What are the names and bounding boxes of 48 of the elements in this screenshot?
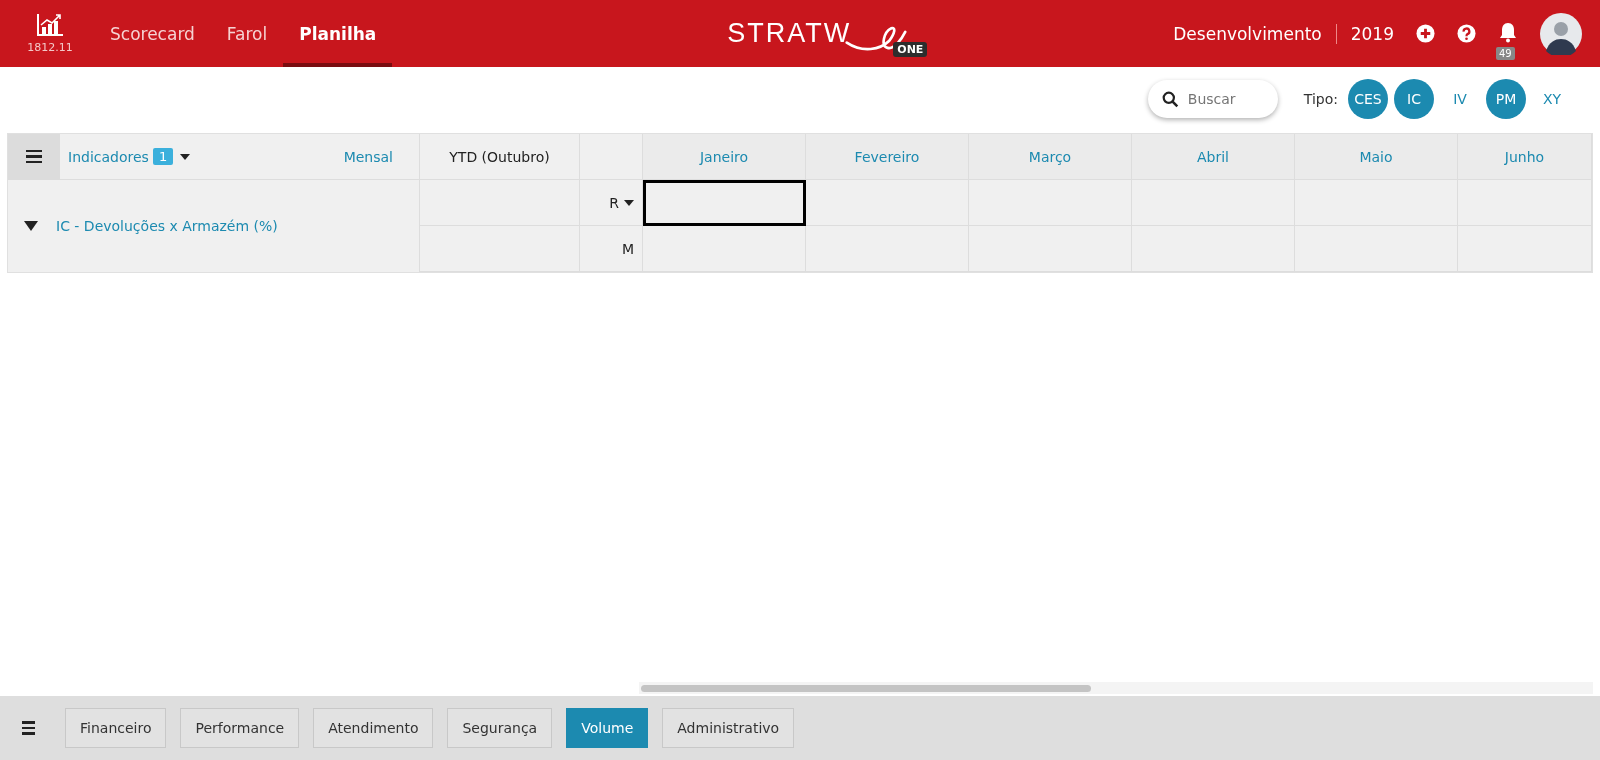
- column-header: YTD (Outubro): [420, 134, 580, 180]
- period-label[interactable]: Mensal: [343, 148, 393, 165]
- caret-icon[interactable]: [624, 199, 634, 206]
- type-filter[interactable]: IV: [1440, 79, 1480, 119]
- indicator-name[interactable]: IC - Devoluções x Armazém (%): [56, 218, 278, 234]
- menu-icon[interactable]: [8, 133, 60, 180]
- sheet-tab[interactable]: Volume: [566, 708, 649, 748]
- nav-tab[interactable]: Scorecard: [94, 0, 211, 67]
- help-icon[interactable]: [1457, 24, 1476, 43]
- search-icon: [1161, 91, 1179, 108]
- nav-tab[interactable]: Planilha: [283, 0, 393, 67]
- type-filter[interactable]: IC: [1394, 79, 1434, 119]
- type-filter[interactable]: CES: [1348, 79, 1388, 119]
- type-filter[interactable]: PM: [1486, 79, 1526, 119]
- sheet-tab[interactable]: Atendimento: [313, 708, 434, 748]
- column-header: Junho: [1458, 134, 1592, 180]
- scrollbar[interactable]: [639, 682, 1593, 694]
- sheet-tab[interactable]: Performance: [180, 708, 300, 748]
- type-filter[interactable]: XY: [1532, 79, 1572, 119]
- notification-count: 49: [1496, 46, 1515, 60]
- indicators-label[interactable]: Indicadores: [68, 148, 149, 165]
- sheet-tab[interactable]: Financeiro: [65, 708, 167, 748]
- count-badge: 1: [152, 148, 174, 165]
- sheet-tab[interactable]: Segurança: [447, 708, 553, 748]
- environment-label[interactable]: Desenvolvimento: [1173, 23, 1322, 44]
- row-label: M: [621, 240, 634, 257]
- collapse-icon[interactable]: [24, 221, 38, 231]
- caret-icon[interactable]: [180, 153, 191, 160]
- search-field[interactable]: Buscar: [1147, 80, 1278, 118]
- logo-text: STRATW: [727, 18, 852, 49]
- avatar[interactable]: [1540, 12, 1582, 55]
- version-label: 1812.11: [27, 41, 73, 54]
- column-header: Janeiro: [643, 134, 806, 180]
- table-cell[interactable]: [643, 180, 806, 226]
- plus-icon[interactable]: [1416, 24, 1435, 43]
- row-label: R: [609, 194, 619, 211]
- nav-tab[interactable]: Farol: [210, 0, 284, 67]
- column-header: Março: [969, 134, 1132, 180]
- year-label[interactable]: 2019: [1350, 23, 1394, 44]
- column-header: Abril: [1132, 134, 1295, 180]
- sheet-tab[interactable]: Administrativo: [662, 708, 795, 748]
- logo-badge: ONE: [893, 42, 928, 57]
- column-header: Fevereiro: [806, 134, 969, 180]
- bar-chart-icon[interactable]: [36, 13, 64, 37]
- column-header: Maio: [1295, 134, 1458, 180]
- bell-icon[interactable]: [1498, 20, 1518, 43]
- menu-icon[interactable]: [22, 721, 35, 735]
- type-label: Tipo:: [1303, 91, 1338, 107]
